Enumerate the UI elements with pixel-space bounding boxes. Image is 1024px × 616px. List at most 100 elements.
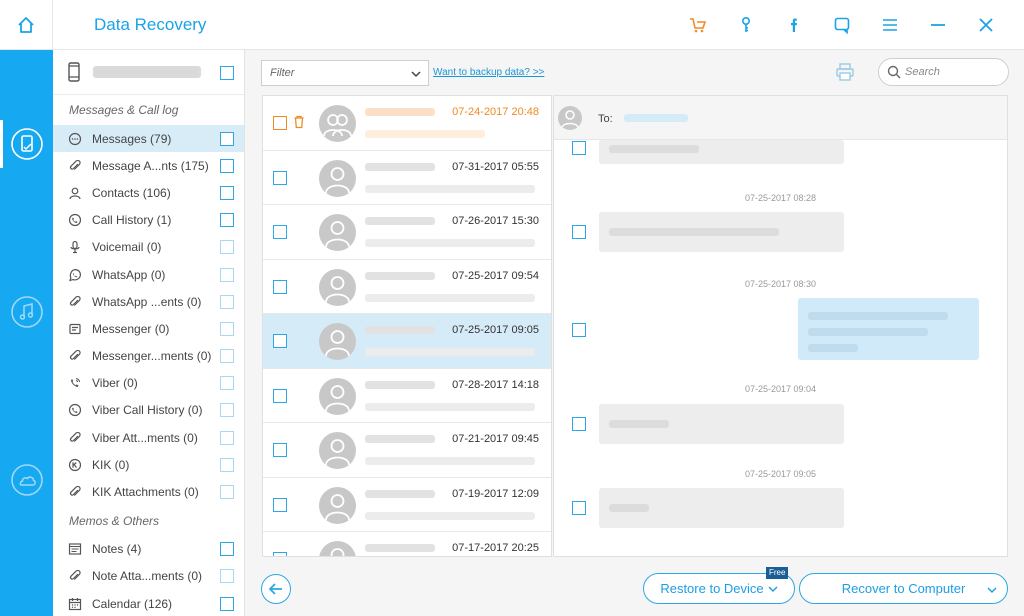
search-box[interactable]: Search	[878, 58, 1009, 86]
thread-checkbox[interactable]	[273, 170, 287, 185]
thread-checkbox[interactable]	[273, 225, 287, 239]
thread-checkbox[interactable]	[273, 443, 287, 457]
rail-icloud-recovery[interactable]	[0, 456, 53, 504]
category-checkbox[interactable]	[220, 457, 234, 472]
device-row[interactable]	[53, 50, 244, 95]
message-thread-row[interactable]: 07-24-2017 20:48	[263, 96, 551, 151]
category-checkbox[interactable]	[220, 542, 234, 557]
category-label: Messages (79)	[92, 131, 172, 146]
category-item[interactable]: Contacts (106)	[53, 179, 244, 206]
category-label: Note Atta...ments (0)	[92, 569, 203, 584]
message-thread-row[interactable]: 07-25-2017 09:54	[263, 260, 551, 314]
backup-link[interactable]: Want to backup data? >>	[433, 67, 544, 78]
category-checkbox[interactable]	[220, 430, 234, 445]
chevron-down-icon	[987, 587, 997, 593]
category-item[interactable]: Messenger...ments (0)	[53, 343, 244, 370]
recover-to-computer-button[interactable]: Recover to Computer	[799, 573, 1008, 604]
message-thread-row[interactable]: 07-17-2017 20:25	[263, 532, 551, 556]
category-checkbox[interactable]	[220, 158, 234, 173]
thread-date: 07-31-2017 05:55	[452, 160, 539, 173]
thread-checkbox[interactable]	[273, 279, 287, 294]
category-item[interactable]: Viber (0)	[53, 370, 244, 397]
category-checkbox[interactable]	[220, 485, 234, 500]
minimize-button[interactable]	[914, 0, 962, 50]
category-checkbox[interactable]	[220, 185, 234, 200]
category-item[interactable]: KIK (0)	[53, 451, 244, 478]
category-item[interactable]: Notes (4)	[53, 536, 244, 563]
message-thread-row[interactable]: 07-31-2017 05:55	[263, 151, 551, 205]
message-checkbox[interactable]	[572, 417, 586, 431]
device-name-redacted	[93, 66, 201, 78]
category-item[interactable]: Voicemail (0)	[53, 234, 244, 261]
category-item[interactable]: Call History (1)	[53, 207, 244, 234]
filter-dropdown[interactable]: Filter	[261, 60, 429, 86]
category-checkbox[interactable]	[220, 131, 234, 146]
message-thread-row[interactable]: 07-25-2017 09:05	[263, 314, 551, 369]
thread-checkbox[interactable]	[273, 334, 287, 348]
category-item[interactable]: Message A...nts (175)	[53, 152, 244, 179]
back-button[interactable]	[261, 574, 291, 604]
feedback-button[interactable]	[818, 0, 866, 50]
thread-checkbox[interactable]	[273, 552, 287, 556]
thread-checkbox[interactable]	[273, 116, 287, 130]
notes-icon	[67, 541, 83, 557]
category-checkbox[interactable]	[220, 267, 234, 282]
category-item[interactable]: Note Atta...ments (0)	[53, 563, 244, 590]
message-checkbox[interactable]	[572, 225, 586, 239]
icloud-recovery-icon	[10, 464, 43, 496]
message-preview-redacted	[365, 130, 485, 138]
device-checkbox[interactable]	[220, 66, 234, 80]
category-checkbox[interactable]	[220, 596, 234, 611]
category-item[interactable]: WhatsApp ...ents (0)	[53, 288, 244, 315]
message-checkbox[interactable]	[572, 323, 586, 337]
category-item[interactable]: Calendar (126)	[53, 590, 244, 616]
avatar	[319, 214, 356, 251]
category-item[interactable]: WhatsApp (0)	[53, 261, 244, 288]
thread-checkbox[interactable]	[273, 497, 287, 512]
category-label: Viber Call History (0)	[92, 403, 203, 418]
store-button[interactable]	[674, 0, 722, 50]
category-checkbox[interactable]	[220, 213, 234, 228]
category-checkbox[interactable]	[220, 349, 234, 364]
home-button[interactable]	[0, 0, 53, 50]
message-thread-row[interactable]: 07-21-2017 09:45	[263, 423, 551, 478]
category-label: Voicemail (0)	[92, 240, 162, 255]
category-item[interactable]: Messages (79)	[53, 125, 244, 153]
message-thread-row[interactable]: 07-26-2017 15:30	[263, 205, 551, 260]
mode-rail	[0, 50, 53, 616]
category-item[interactable]: Viber Att...ments (0)	[53, 424, 244, 451]
message-preview-redacted	[365, 457, 535, 465]
thread-checkbox[interactable]	[273, 388, 287, 403]
category-item[interactable]: Viber Call History (0)	[53, 397, 244, 424]
category-checkbox[interactable]	[220, 294, 234, 309]
message-checkbox[interactable]	[572, 501, 586, 515]
avatar	[319, 268, 356, 306]
menu-button[interactable]	[866, 0, 914, 50]
category-checkbox[interactable]	[220, 240, 234, 255]
rail-itunes-recovery[interactable]	[0, 288, 53, 336]
message-checkbox[interactable]	[572, 141, 586, 155]
search-icon	[887, 65, 901, 79]
microphone-icon	[67, 239, 83, 255]
category-item[interactable]: Messenger (0)	[53, 315, 244, 342]
close-button[interactable]	[962, 0, 1010, 50]
category-checkbox[interactable]	[220, 321, 234, 336]
category-checkbox[interactable]	[220, 376, 234, 391]
category-checkbox[interactable]	[220, 403, 234, 418]
category-item[interactable]: KIK Attachments (0)	[53, 478, 244, 505]
register-button[interactable]	[722, 0, 770, 50]
rail-device-recovery[interactable]	[0, 120, 53, 168]
paperclip-icon	[67, 430, 83, 446]
app-title: Data Recovery	[94, 15, 207, 34]
message-thread-row[interactable]: 07-28-2017 14:18	[263, 369, 551, 423]
facebook-button[interactable]	[770, 0, 818, 50]
category-checkbox[interactable]	[220, 569, 234, 584]
message-thread-row[interactable]: 07-19-2017 12:09	[263, 478, 551, 532]
title-bar: Data Recovery	[0, 0, 1024, 50]
category-label: Viber (0)	[92, 376, 138, 391]
key-icon	[742, 16, 751, 32]
category-label: Messenger (0)	[92, 321, 170, 336]
paperclip-icon	[67, 294, 83, 310]
print-button[interactable]	[835, 62, 855, 87]
group-avatar-icon	[319, 105, 356, 142]
